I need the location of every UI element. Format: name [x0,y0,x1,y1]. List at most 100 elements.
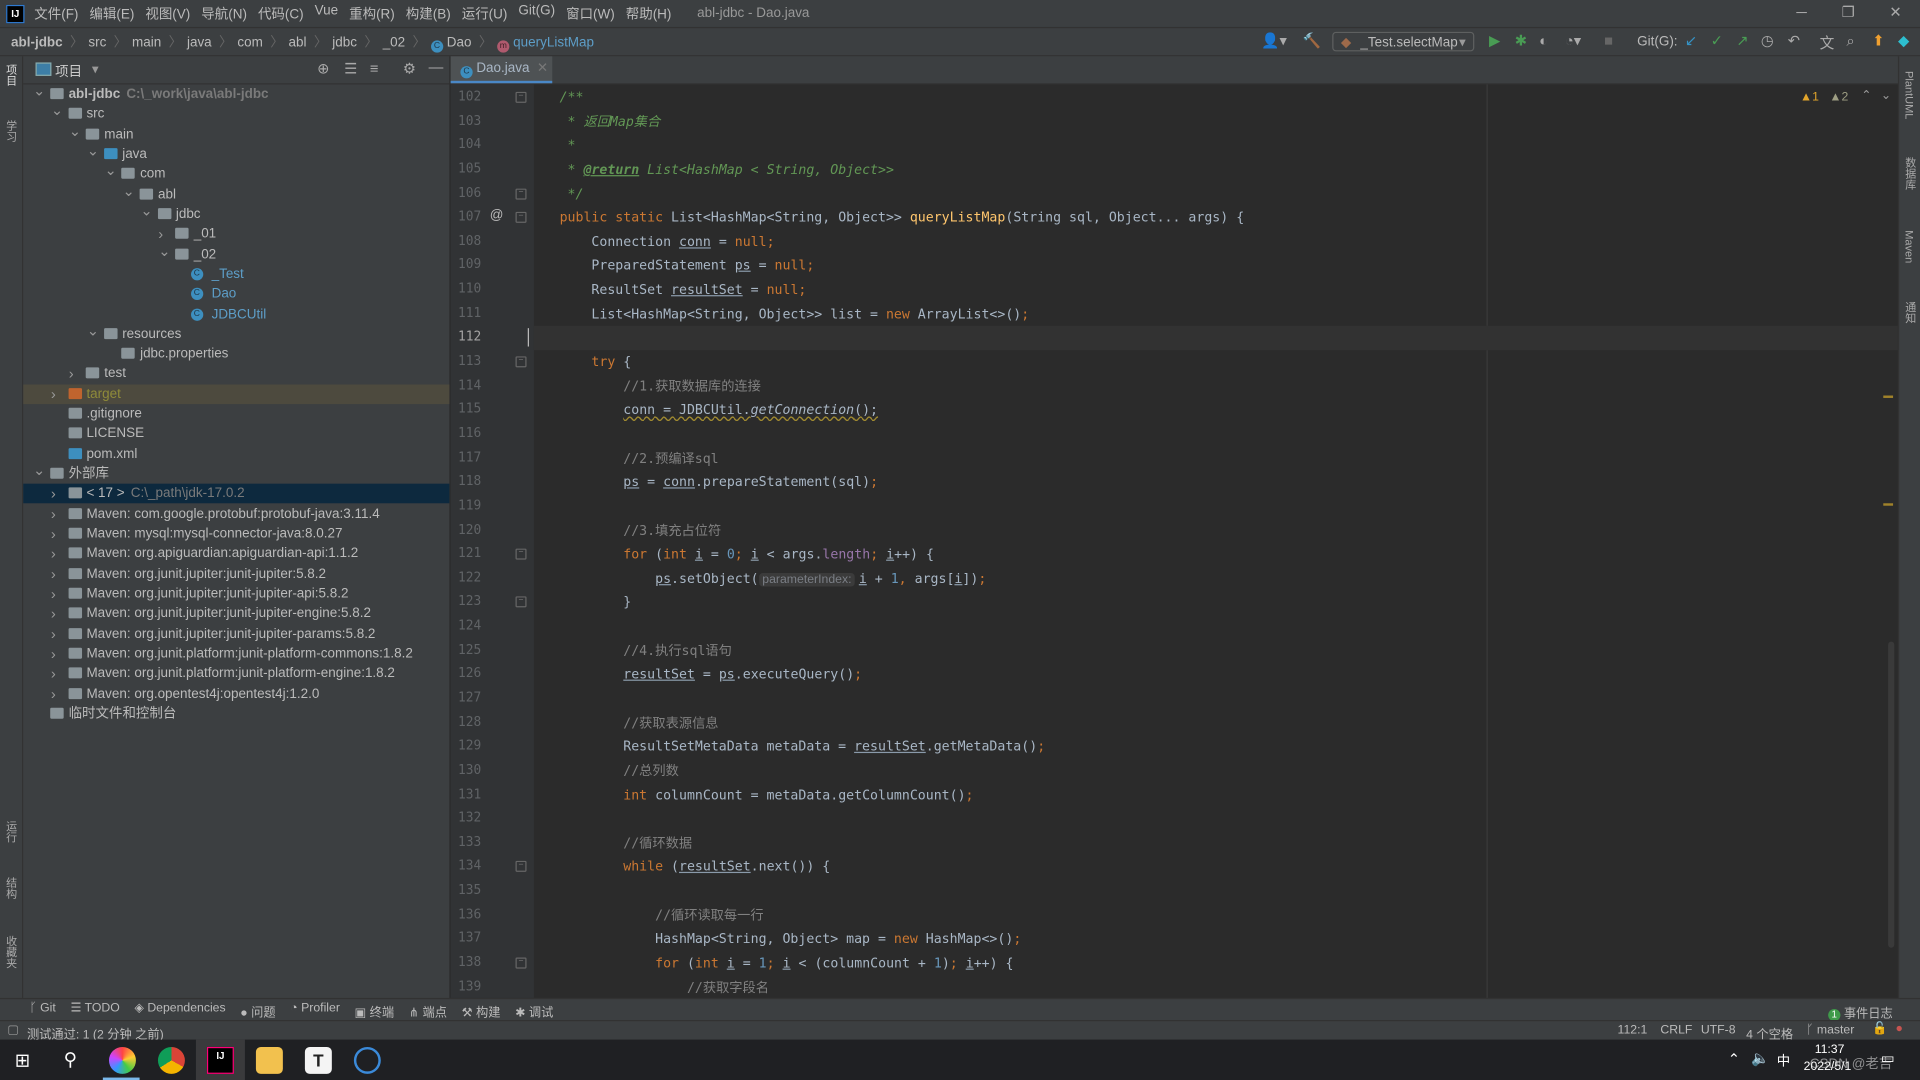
chevron-right-icon[interactable]: › [51,684,56,704]
expand-all-icon[interactable]: ☰ [344,60,357,77]
breadcrumb-item[interactable]: m queryListMap [497,35,596,53]
maven-tool-button[interactable]: Maven [1903,230,1915,263]
tree-item[interactable]: › Maven: org.apiguardian:apiguardian-api:… [23,544,449,564]
user-icon[interactable]: 👤▾ [1261,32,1287,49]
debug-icon[interactable]: ✱ [1515,32,1527,49]
close-window-button[interactable]: ✕ [1889,4,1901,21]
chevron-right-icon[interactable]: › [51,524,56,544]
run-configuration-dropdown[interactable]: ◆ _Test.selectMap ▾ [1332,31,1475,52]
tree-item[interactable]: › Maven: mysql:mysql-connector-java:8.0.2… [23,524,449,544]
chevron-down-icon[interactable]: ⌄ [140,201,152,221]
implements-marker-icon[interactable]: @ [490,208,504,223]
tab-dao-java[interactable]: C Dao.java ✕ [450,56,553,84]
chevron-down-icon[interactable]: ⌄ [69,121,81,141]
app-icon-colorful[interactable] [108,1046,136,1074]
tree-item[interactable]: ⌄ src [23,101,449,124]
chevron-right-icon[interactable]: › [51,664,56,684]
coverage-icon[interactable]: ◐ [1539,32,1548,49]
chevron-down-icon[interactable]: ⌄ [158,241,170,261]
tool-window-button[interactable]: ◔ Profiler [290,1001,340,1019]
chevron-right-icon[interactable]: › [51,484,56,504]
breadcrumb-item[interactable]: _02 [383,35,408,50]
build-hammer-icon[interactable]: 🔨 [1303,32,1321,49]
event-log-button[interactable]: 1 事件日志 [1828,1003,1893,1022]
breadcrumb-item[interactable]: com [237,35,265,50]
breadcrumb-item[interactable]: jdbc [332,35,359,50]
breadcrumb-item[interactable]: main [132,35,164,50]
menu-item[interactable]: Git(G) [518,4,555,24]
file-encoding[interactable]: UTF-8 [1701,1024,1736,1037]
update-icon[interactable]: ⬆ [1872,32,1884,49]
tree-item[interactable]: C _Test [23,264,449,284]
tree-item[interactable]: › Maven: org.junit.jupiter:junit-jupiter-… [23,624,449,644]
breadcrumb-item[interactable]: abl [289,35,309,50]
intellij-taskbar-active[interactable]: IJ [195,1039,245,1080]
tree-item[interactable]: 临时文件和控制台 [23,704,449,724]
tool-window-button[interactable]: ▣ 终端 [355,1001,394,1019]
menu-item[interactable]: 视图(V) [145,4,190,24]
chevron-right-icon[interactable]: › [51,384,56,404]
git-update-icon[interactable]: ↙ [1685,32,1697,49]
fold-marker-icon[interactable]: − [515,957,527,969]
menu-item[interactable]: 编辑(E) [89,4,134,24]
tree-item[interactable]: ⌄ abl [23,181,449,204]
chevron-down-icon[interactable]: ⌄ [51,101,63,121]
locate-icon[interactable]: ⊕ [317,60,329,77]
tree-item[interactable]: C Dao [23,284,449,304]
chevron-down-icon[interactable]: ⌄ [33,461,45,481]
tree-item[interactable]: › Maven: org.opentest4j:opentest4j:1.2.0 [23,684,449,704]
learn-tool-button[interactable]: 学习 [4,120,20,142]
tree-item[interactable]: › Maven: com.google.protobuf:protobuf-jav… [23,504,449,524]
tree-item[interactable]: ⌄ com [23,162,449,184]
minimize-button[interactable]: ─ [1796,4,1806,21]
chevron-right-icon[interactable]: › [51,544,56,564]
breadcrumb-item[interactable]: java [187,35,214,50]
tree-item[interactable]: › Maven: org.junit.jupiter:junit-jupiter-… [23,584,449,604]
windows-start-icon[interactable]: ⊞ [15,1049,30,1072]
file-explorer-icon[interactable] [255,1046,283,1074]
chrome-icon[interactable] [157,1046,185,1074]
menu-item[interactable]: Vue [315,4,338,24]
git-push-icon[interactable]: ↗ [1736,32,1748,49]
tool-window-button[interactable]: ✱ 调试 [515,1001,553,1019]
vertical-scrollbar[interactable] [1888,641,1895,948]
project-view-dropdown[interactable]: 项目 [55,61,82,81]
chevron-right-icon[interactable]: › [51,504,56,524]
git-commit-icon[interactable]: ✓ [1711,32,1723,49]
fold-marker-icon[interactable]: − [515,548,527,560]
favorites-tool-button[interactable]: 收藏夹 [4,936,20,969]
stop-icon[interactable]: ■ [1604,32,1613,49]
notification-center-icon[interactable]: ▭ [1881,1049,1895,1066]
tree-item[interactable]: › test [23,364,449,384]
gear-icon[interactable]: ⚙ [403,60,416,77]
plantuml-tool-button[interactable]: PlantUML [1903,71,1915,119]
chevron-down-icon[interactable]: ⌄ [122,181,134,201]
previous-highlight-icon[interactable]: ⌃ [1861,89,1871,102]
tree-item[interactable]: › Maven: org.junit.jupiter:junit-jupiter:… [23,564,449,584]
status-toggle-icon[interactable]: ▢ [7,1024,19,1037]
ime-indicator[interactable]: 中 [1777,1051,1790,1071]
git-branch[interactable]: ᚴ master [1806,1024,1854,1037]
search-icon[interactable]: ⌕ [1847,32,1855,50]
translate-icon[interactable]: 文 [1820,32,1835,53]
next-highlight-icon[interactable]: ⌄ [1881,89,1891,102]
menu-item[interactable]: 构建(B) [406,4,451,24]
lock-icon[interactable]: 🔓 [1872,1022,1887,1035]
tree-item[interactable]: ⌄ 外部库 [23,461,449,484]
tree-item[interactable]: jdbc.properties [23,344,449,364]
fold-marker-icon[interactable]: − [515,212,527,224]
volume-icon[interactable]: 🔈 [1751,1049,1769,1066]
chevron-right-icon[interactable]: › [51,584,56,604]
structure-tool-button[interactable]: 结构 [4,877,20,899]
history-icon[interactable]: ◷ [1761,32,1774,49]
chevron-down-icon[interactable]: ⌄ [33,81,45,101]
chevron-right-icon[interactable]: › [51,644,56,664]
typora-icon[interactable]: T [304,1046,332,1074]
tool-window-button[interactable]: ⋔ 端点 [409,1001,447,1019]
menu-item[interactable]: 重构(R) [349,4,395,24]
breadcrumb-item[interactable]: abl-jdbc [11,35,65,50]
tree-item[interactable]: › Maven: org.junit.jupiter:junit-jupiter-… [23,604,449,624]
breadcrumb-item[interactable]: C Dao [430,35,474,53]
tool-window-button[interactable]: ● 问题 [240,1001,275,1019]
error-icon[interactable]: ● [1896,1022,1903,1035]
